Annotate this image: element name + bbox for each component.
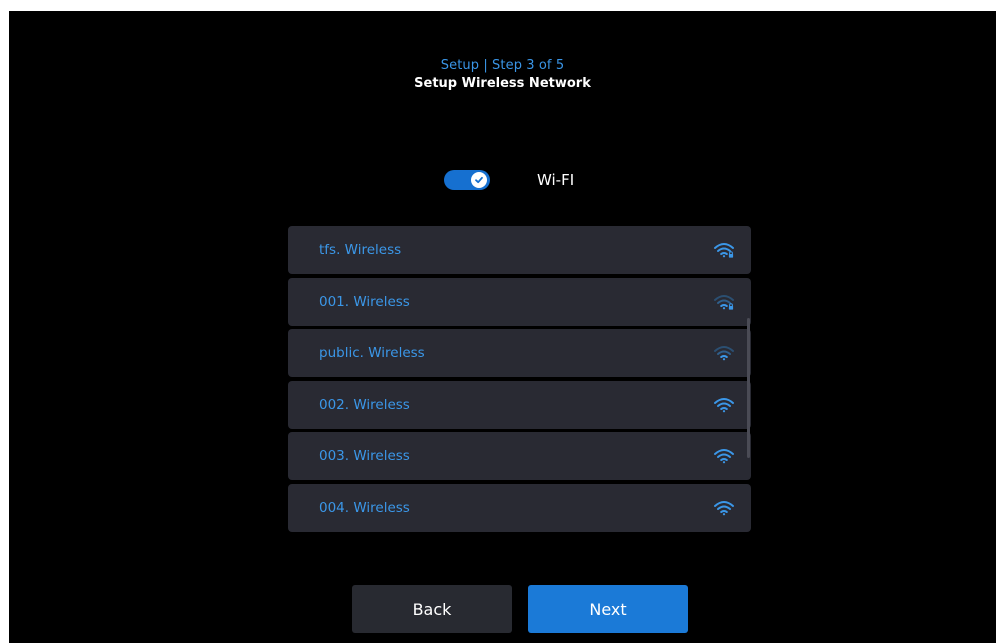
network-item[interactable]: 001. Wireless [288,277,751,326]
back-button[interactable]: Back [352,585,512,633]
step-indicator: Setup | Step 3 of 5 [440,58,565,73]
wifi-toggle-row: Wi-FI [444,168,574,192]
check-icon [475,176,483,184]
lock-icon [728,302,734,310]
wifi-signal-icon [713,499,735,517]
wifi-signal-icon [713,447,735,465]
next-button[interactable]: Next [528,585,688,633]
wifi-toggle[interactable] [444,170,490,190]
network-item[interactable]: public. Wireless [288,329,751,377]
setup-screen: Setup | Step 3 of 5 Setup Wireless Netwo… [9,11,996,643]
network-name: 004. Wireless [319,499,410,516]
wifi-signal-icon [713,241,735,259]
wifi-signal-icon [713,293,735,311]
wifi-signal-icon [713,396,735,414]
wifi-label: Wi-FI [537,171,575,189]
network-name: public. Wireless [319,345,425,361]
header: Setup | Step 3 of 5 Setup Wireless Netwo… [9,57,996,92]
wifi-signal-icon [713,344,735,362]
lock-icon [728,251,734,258]
network-item[interactable]: tfs. Wireless [288,226,751,274]
page-title: Setup Wireless Network [414,76,591,91]
network-item[interactable]: 003. Wireless [288,432,751,480]
network-item[interactable]: 004. Wireless [288,483,751,532]
network-name: 002. Wireless [319,396,410,413]
network-name: 003. Wireless [319,448,410,464]
network-item[interactable]: 002. Wireless [288,380,751,429]
scrollbar[interactable] [747,318,750,458]
toggle-knob [471,172,487,188]
network-list: tfs. Wireless 001. Wireless public. Wirele… [288,226,751,535]
network-name: 001. Wireless [319,293,410,310]
network-name: tfs. Wireless [319,242,402,258]
